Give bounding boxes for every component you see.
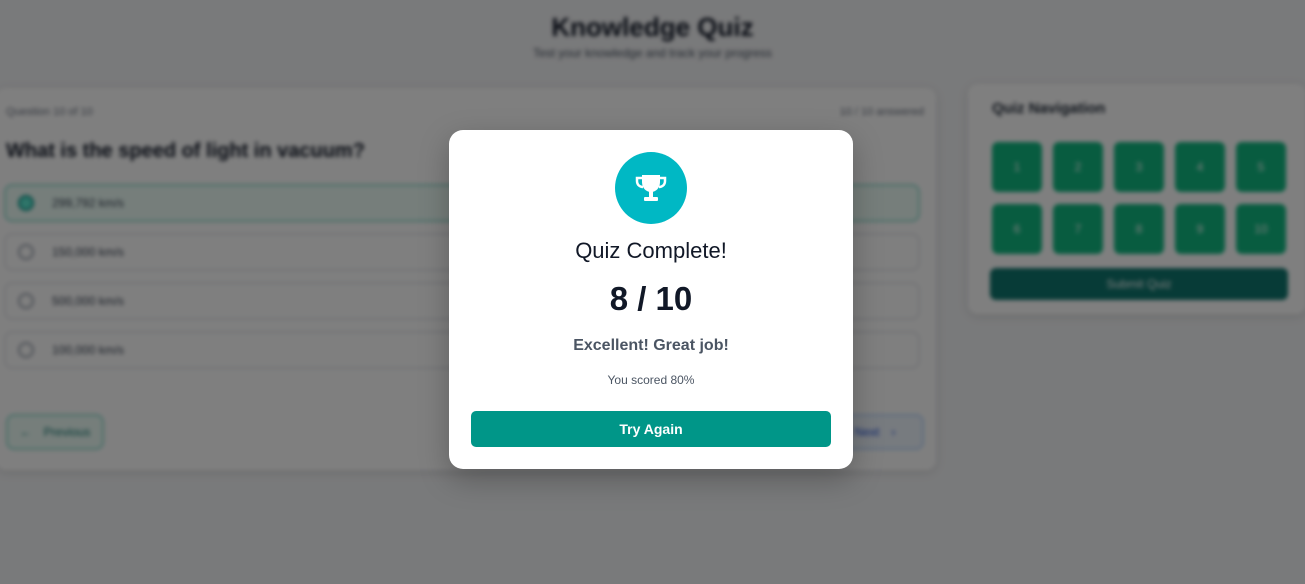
trophy-icon <box>635 175 667 201</box>
score-percentage: You scored 80% <box>607 373 695 387</box>
result-message: Excellent! Great job! <box>573 337 729 354</box>
quiz-complete-dialog: Quiz Complete! 8 / 10 Excellent! Great j… <box>449 130 853 469</box>
try-again-button[interactable]: Try Again <box>471 411 831 447</box>
dialog-title: Quiz Complete! <box>575 238 727 263</box>
trophy-badge <box>615 152 687 224</box>
score-display: 8 / 10 <box>609 280 693 317</box>
